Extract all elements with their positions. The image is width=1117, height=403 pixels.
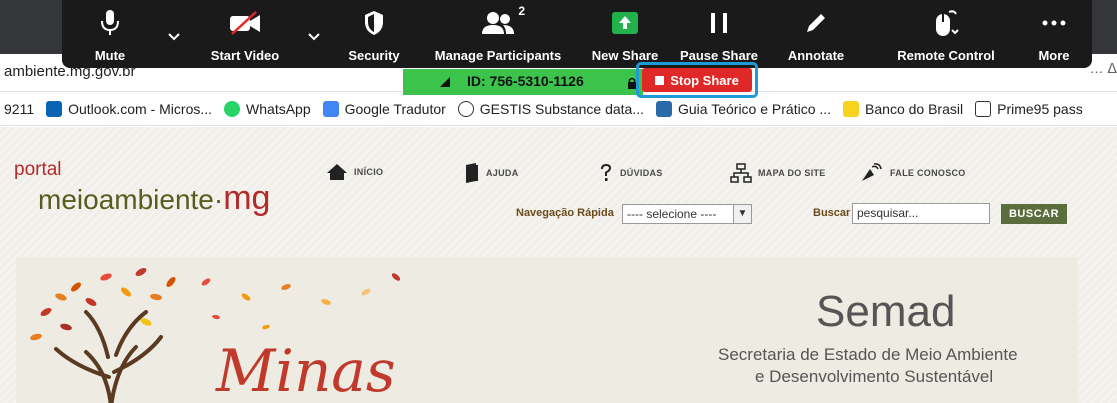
new-share-button[interactable]: New Share: [586, 0, 664, 68]
nav-label: DÚVIDAS: [620, 168, 663, 178]
question-icon: [601, 164, 611, 181]
chevron-down-icon[interactable]: [168, 28, 180, 41]
semad-title: Semad: [816, 287, 956, 336]
microphone-icon: [100, 8, 120, 38]
home-icon: [327, 164, 347, 180]
meeting-id: ID: 756-5310-1126: [467, 73, 584, 89]
nav-link-mapa-do-site[interactable]: MAPA DO SITE: [730, 163, 826, 183]
search-input[interactable]: pesquisar...: [852, 203, 990, 224]
security-label: Security: [348, 48, 400, 63]
bookmark-label: Banco do Brasil: [865, 100, 964, 117]
mouse-icon: [932, 8, 960, 38]
search-placeholder: pesquisar...: [857, 206, 919, 220]
more-label: More: [1038, 48, 1070, 63]
participants-count: 2: [518, 4, 525, 18]
bookmark-label: WhatsApp: [246, 100, 311, 117]
share-arrow-icon: [612, 8, 638, 38]
mute-label: Mute: [94, 48, 126, 63]
bookmark-label: Prime95 pass: [997, 100, 1083, 117]
quick-nav-select[interactable]: ---- selecione ---- ▼: [622, 204, 752, 224]
ellipsis-icon: [1042, 8, 1066, 38]
logo-portal-text: portal: [14, 159, 62, 180]
annotate-button[interactable]: Annotate: [778, 0, 854, 68]
security-button[interactable]: Security: [338, 0, 410, 68]
bookmark-item[interactable]: GESTIS Substance data...: [457, 100, 644, 117]
quick-nav-label: Navegação Rápida: [516, 207, 614, 219]
nav-label: AJUDA: [486, 168, 519, 178]
remote-control-label: Remote Control: [897, 48, 995, 63]
shield-icon: [363, 8, 385, 38]
logo-main-text: meioambiente: [38, 184, 214, 215]
bookmark-item[interactable]: Guia Teórico e Prático ...: [656, 100, 832, 117]
pen-icon: [804, 8, 828, 38]
bookmark-label: Guia Teórico e Prático ...: [678, 100, 832, 117]
bookmark-item[interactable]: Banco do Brasil: [843, 100, 964, 117]
logo-accent-text: mg: [223, 179, 271, 217]
web-page-content: portal meioambiente·mg INÍCIO AJUDA DÚVI…: [0, 127, 1117, 403]
whatsapp-icon: [224, 100, 241, 117]
chevron-down-icon[interactable]: [308, 28, 320, 41]
video-off-icon: [228, 8, 262, 38]
bookmark-label: Outlook.com - Micros...: [68, 100, 213, 117]
book-icon: [466, 163, 478, 183]
outlook-icon: [46, 100, 63, 117]
logo-dot: ·: [213, 184, 224, 215]
semad-subtitle-line2: e Desenvolvimento Sustentável: [755, 367, 994, 386]
stop-share-highlight: Stop Share: [636, 62, 758, 98]
bookmark-item[interactable]: WhatsApp: [224, 100, 311, 117]
contact-icon: [862, 163, 882, 181]
site-logo[interactable]: meioambiente·mg: [38, 179, 270, 218]
bookmark-item[interactable]: Prime95 pass: [975, 100, 1083, 117]
annotate-label: Annotate: [787, 48, 845, 63]
pause-share-button[interactable]: Pause Share: [674, 0, 764, 68]
signal-icon: [440, 77, 450, 87]
bookmark-label: GESTIS Substance data...: [479, 100, 644, 117]
stop-share-button[interactable]: Stop Share: [642, 68, 752, 92]
bookmark-item[interactable]: Google Tradutor: [322, 100, 446, 117]
nav-label: INÍCIO: [354, 167, 384, 177]
chevron-down-icon[interactable]: ▼: [733, 205, 751, 223]
guide-icon: [656, 100, 672, 117]
quick-nav-value: ---- selecione ----: [627, 207, 717, 221]
manage-participants-label: Manage Participants: [434, 48, 562, 63]
prime95-icon: [975, 100, 992, 117]
banco-do-brasil-icon: [843, 100, 860, 117]
search-label: Buscar: [813, 207, 851, 219]
bookmarks-bar: 9211 Outlook.com - Micros... WhatsApp Go…: [0, 92, 1117, 126]
search-button[interactable]: BUSCAR: [1001, 204, 1067, 224]
nav-link-inicio[interactable]: INÍCIO: [326, 163, 383, 181]
banner-script-text: Minas: [216, 337, 396, 403]
new-share-label: New Share: [591, 48, 659, 63]
bookmark-item[interactable]: 9211: [4, 101, 34, 117]
pause-share-label: Pause Share: [679, 48, 759, 63]
bookmark-item[interactable]: Outlook.com - Micros...: [46, 100, 213, 117]
sitemap-icon: [730, 163, 752, 183]
stop-icon: [655, 75, 665, 85]
google-translate-icon: [322, 100, 339, 117]
screen-share-status-bar[interactable]: ID: 756-5310-1126: [403, 69, 643, 95]
semad-subtitle-line1: Secretaria de Estado de Meio Ambiente: [718, 345, 1018, 364]
bookmark-label: 9211: [4, 100, 35, 117]
zoom-meeting-toolbar: Mute Start Video Security 2 Manage Parti…: [62, 0, 1092, 68]
remote-control-button[interactable]: Remote Control: [884, 0, 1008, 68]
mute-button[interactable]: Mute: [62, 0, 158, 68]
stop-share-label: Stop Share: [670, 72, 739, 88]
bookmark-label: Google Tradutor: [344, 100, 446, 117]
nav-link-duvidas[interactable]: DÚVIDAS: [598, 163, 663, 183]
start-video-button[interactable]: Start Video: [190, 0, 300, 68]
pause-icon: [709, 8, 729, 38]
globe-icon: [457, 100, 474, 117]
participants-icon: 2: [481, 4, 525, 38]
more-button[interactable]: More: [1022, 0, 1086, 68]
start-video-label: Start Video: [210, 48, 280, 63]
nav-link-fale-conosco[interactable]: FALE CONOSCO: [860, 163, 966, 183]
address-bar-actions[interactable]: … ᐃ: [1090, 60, 1117, 77]
nav-link-ajuda[interactable]: AJUDA: [464, 163, 519, 183]
nav-label: FALE CONOSCO: [890, 168, 966, 178]
manage-participants-button[interactable]: 2 Manage Participants: [424, 0, 572, 68]
nav-label: MAPA DO SITE: [758, 168, 826, 178]
